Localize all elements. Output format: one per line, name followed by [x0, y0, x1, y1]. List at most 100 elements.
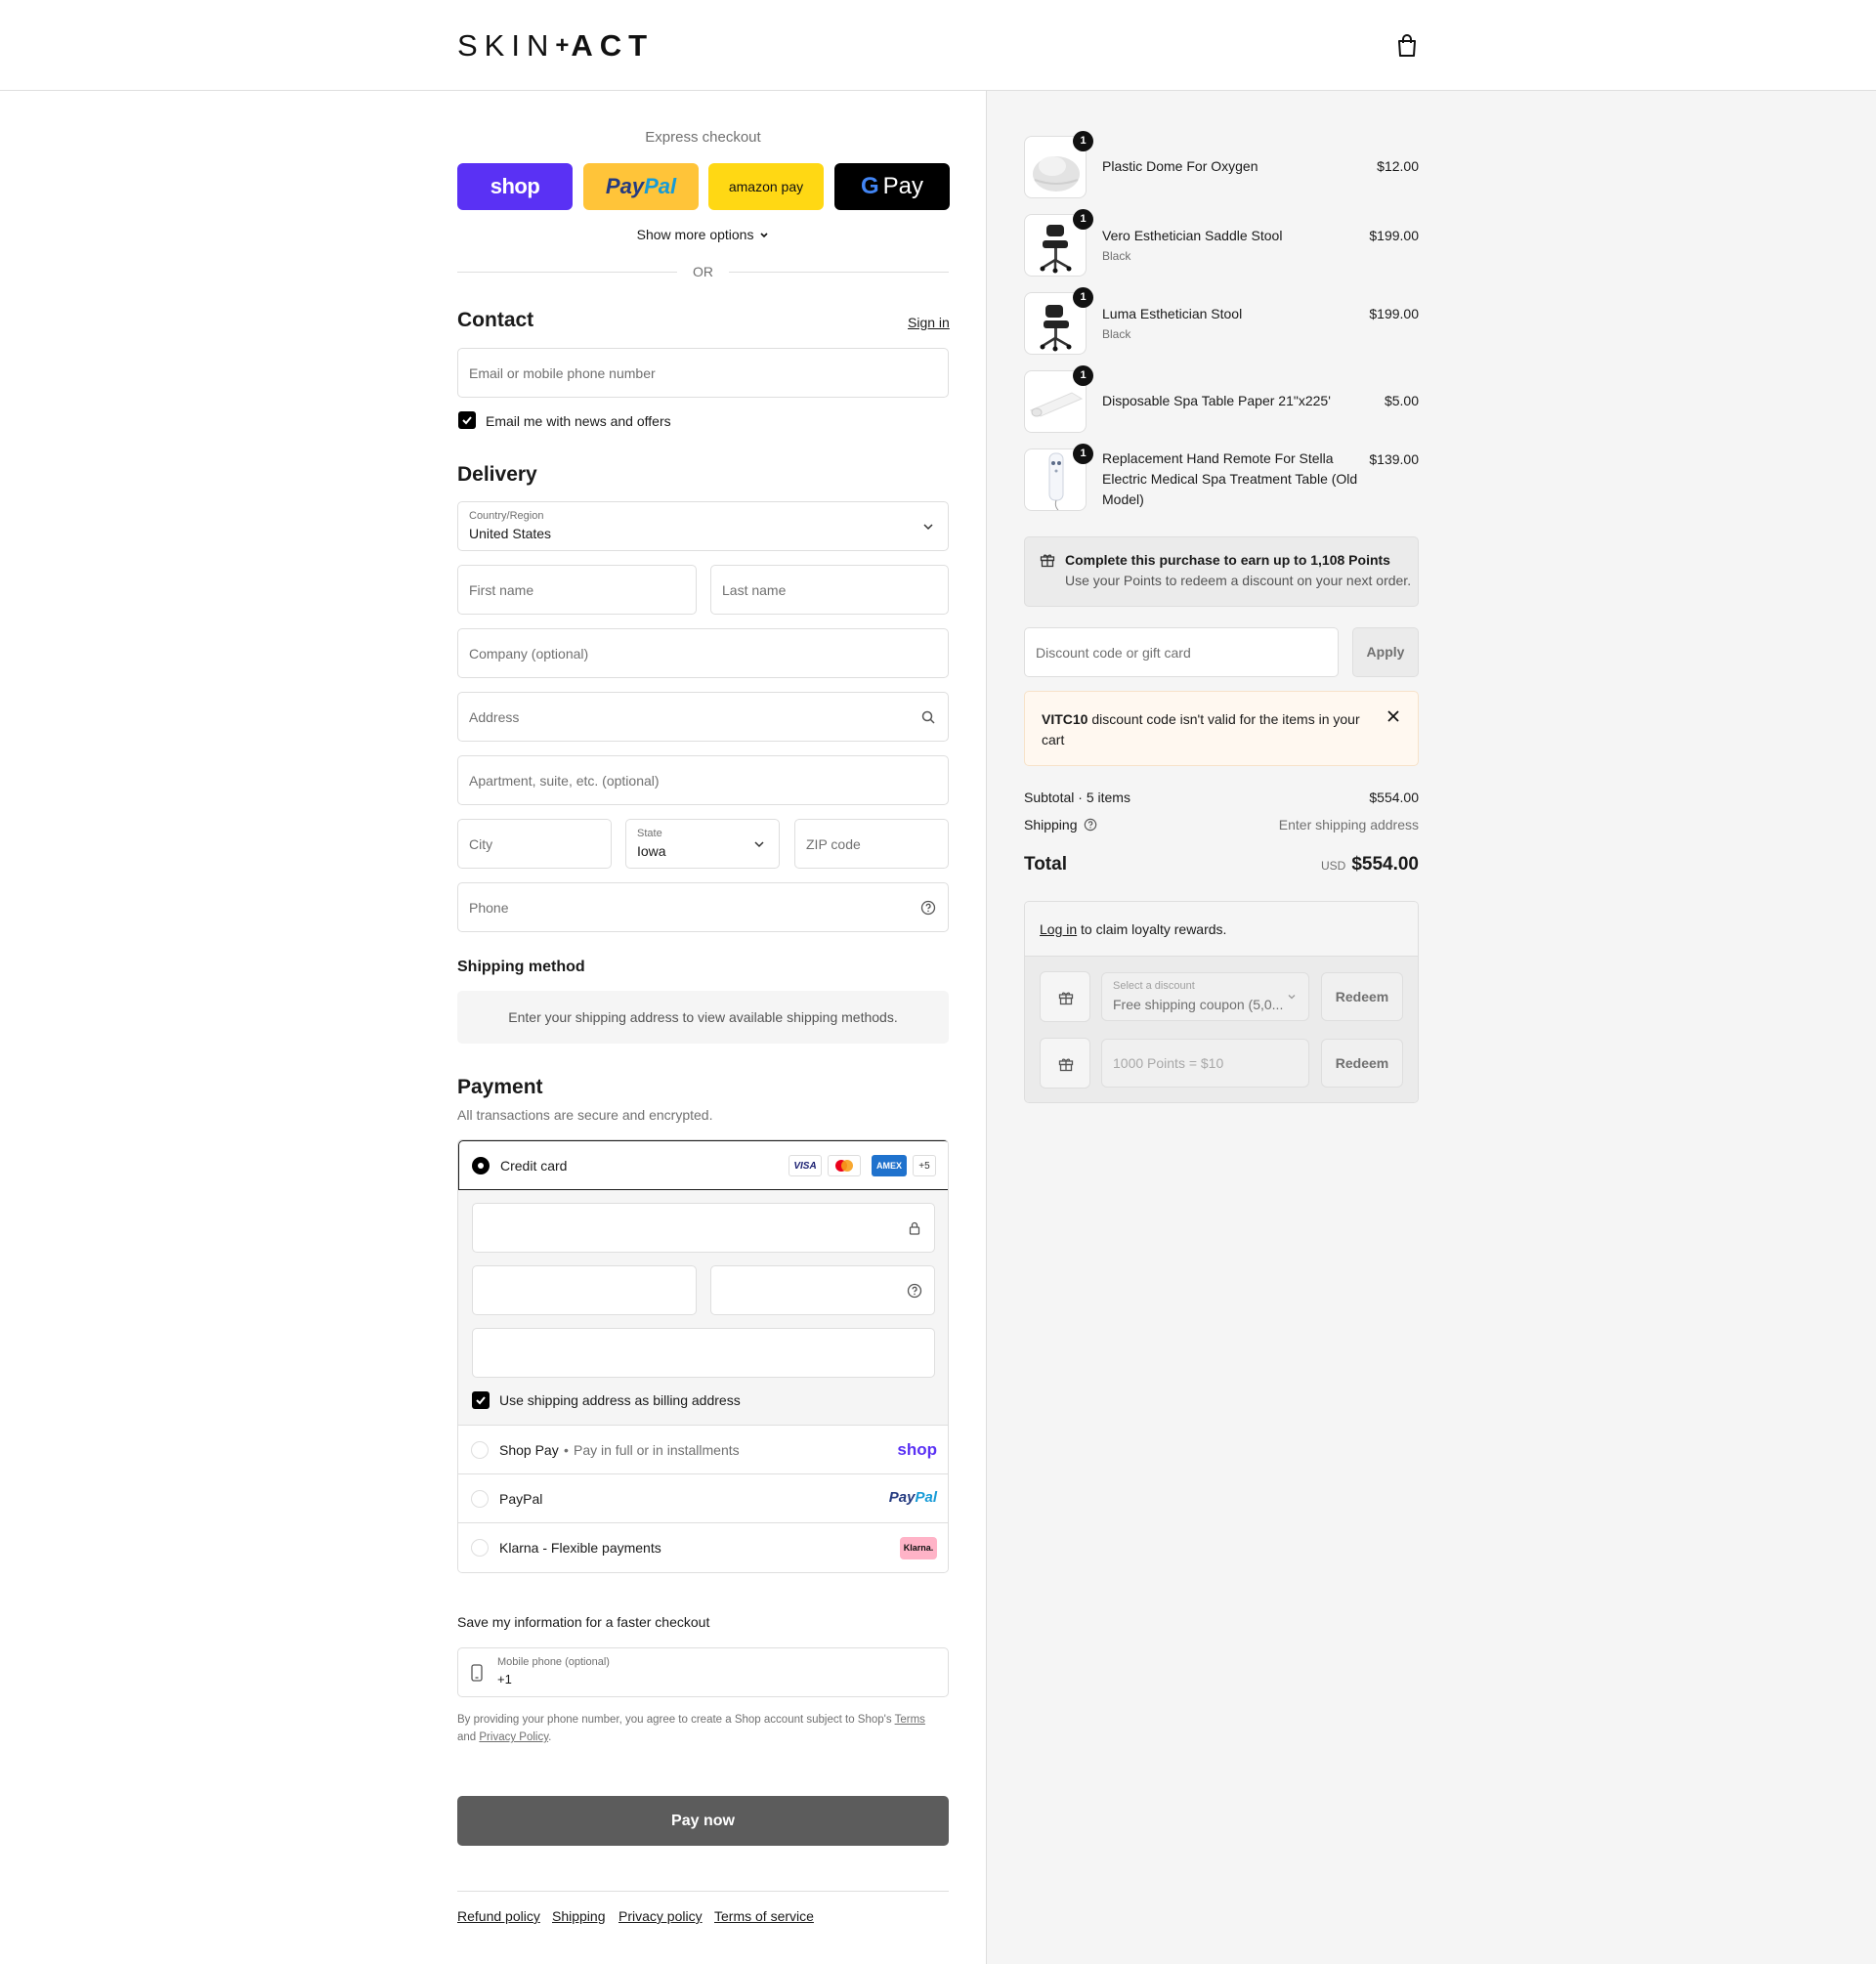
- help-circle-icon[interactable]: [907, 1283, 922, 1299]
- loyalty-rewards-panel: Log in to claim loyalty rewards. Select …: [1024, 901, 1419, 1103]
- terms-link[interactable]: Terms: [895, 1714, 925, 1726]
- logo[interactable]: SKIN+ACT: [457, 29, 654, 65]
- shopping-bag-icon[interactable]: [1396, 34, 1418, 58]
- state-value: Iowa: [637, 843, 666, 859]
- discount-code-field[interactable]: Discount code or gift card: [1024, 627, 1339, 677]
- subtotal-value: $554.00: [1369, 790, 1419, 805]
- expiration-field[interactable]: [472, 1265, 697, 1315]
- redeem-points-button[interactable]: Redeem: [1321, 1039, 1403, 1088]
- item-price: $12.00: [1377, 158, 1419, 174]
- credit-card-radio[interactable]: [472, 1157, 490, 1174]
- gift-icon: [1058, 992, 1074, 1005]
- phone-field[interactable]: Phone: [457, 882, 949, 932]
- news-checkbox[interactable]: [458, 411, 476, 429]
- credit-card-option[interactable]: Credit card VISA AMEX +5: [458, 1140, 948, 1190]
- check-icon: [462, 416, 472, 425]
- loyalty-login-text: Log in to claim loyalty rewards.: [1040, 921, 1226, 937]
- address-field[interactable]: Address: [457, 692, 949, 742]
- item-price: $199.00: [1369, 306, 1419, 321]
- google-pay-express-button[interactable]: G Pay: [834, 163, 950, 210]
- chevron-down-icon: [760, 233, 768, 238]
- paypal-logo-b: Pal: [644, 174, 677, 198]
- save-info-title: Save my information for a faster checkou…: [457, 1614, 710, 1630]
- paypal-express-button[interactable]: Pay Pal: [583, 163, 699, 210]
- paypal-logo-a: Pay: [605, 174, 645, 198]
- privacy-link[interactable]: Privacy Policy: [479, 1731, 548, 1743]
- loyalty-redeem-area: Select a discount Free shipping coupon (…: [1025, 957, 1418, 1102]
- points-subtitle: Use your Points to redeem a discount on …: [1065, 573, 1412, 588]
- show-more-options-button[interactable]: Show more options: [457, 227, 949, 242]
- more-options-label: Show more options: [636, 227, 754, 242]
- state-label: State: [637, 828, 662, 839]
- shipping-policy-link[interactable]: Shipping: [552, 1908, 606, 1924]
- email-field[interactable]: Email or mobile phone number: [457, 348, 949, 398]
- item-price: $5.00: [1384, 393, 1419, 408]
- close-icon[interactable]: [1386, 709, 1400, 723]
- country-select[interactable]: Country/Region United States: [457, 501, 949, 551]
- item-name-line: Electric Medical Spa Treatment Table (Ol…: [1102, 471, 1358, 487]
- shop-pay-logo: shop: [897, 1440, 937, 1459]
- company-field[interactable]: Company (optional): [457, 628, 949, 678]
- points-placeholder: 1000 Points = $10: [1113, 1055, 1224, 1071]
- apply-discount-button[interactable]: Apply: [1352, 627, 1419, 677]
- error-text-2: cart: [1042, 732, 1065, 747]
- security-code-field[interactable]: [710, 1265, 935, 1315]
- mobile-phone-field[interactable]: Mobile phone (optional) +1: [457, 1647, 949, 1697]
- sign-in-link[interactable]: Sign in: [908, 315, 950, 330]
- privacy-policy-link[interactable]: Privacy policy: [618, 1908, 703, 1924]
- discount-select-label: Select a discount: [1113, 980, 1195, 992]
- paypal-option[interactable]: PayPal PayPal: [458, 1473, 948, 1522]
- first-name-field[interactable]: First name: [457, 565, 697, 615]
- discount-error-banner: VITC10 discount code isn't valid for the…: [1024, 691, 1419, 766]
- shop-pay-radio[interactable]: [471, 1441, 489, 1459]
- points-input[interactable]: 1000 Points = $10: [1101, 1039, 1309, 1088]
- lock-icon: [909, 1221, 920, 1235]
- shipping-method-title: Shipping method: [457, 959, 585, 975]
- pay-now-button[interactable]: Pay now: [457, 1796, 949, 1846]
- help-circle-icon[interactable]: [920, 900, 936, 916]
- email-placeholder: Email or mobile phone number: [469, 365, 656, 381]
- city-field[interactable]: City: [457, 819, 612, 869]
- shop-pay-option[interactable]: Shop Pay • Pay in full or in installment…: [458, 1425, 948, 1473]
- loyalty-login-rest: to claim loyalty rewards.: [1077, 921, 1227, 937]
- refund-policy-link[interactable]: Refund policy: [457, 1908, 540, 1924]
- points-title: Complete this purchase to earn up to 1,1…: [1065, 552, 1390, 568]
- amazon-pay-express-button[interactable]: amazon pay: [708, 163, 824, 210]
- card-number-field[interactable]: [472, 1203, 935, 1253]
- item-name-line: Model): [1102, 491, 1144, 507]
- help-circle-icon[interactable]: [1084, 818, 1097, 832]
- phone-placeholder: Phone: [469, 900, 509, 916]
- item-price: $199.00: [1369, 228, 1419, 243]
- error-text-1: discount code isn't valid for the items …: [1087, 711, 1360, 727]
- shipping-value: Enter shipping address: [1278, 817, 1419, 833]
- discount-error-message: VITC10 discount code isn't valid for the…: [1042, 709, 1364, 750]
- terms-of-service-link[interactable]: Terms of service: [714, 1908, 814, 1924]
- loyalty-header: Log in to claim loyalty rewards.: [1025, 902, 1418, 957]
- country-label: Country/Region: [469, 510, 544, 522]
- paypal-radio[interactable]: [471, 1490, 489, 1508]
- apartment-placeholder: Apartment, suite, etc. (optional): [469, 773, 660, 789]
- shop-pay-logo: shop: [490, 174, 540, 198]
- contact-title: Contact: [457, 309, 534, 331]
- klarna-option[interactable]: Klarna - Flexible payments Klarna.: [458, 1522, 948, 1572]
- total-label: Total: [1024, 854, 1067, 875]
- legal-text-c: .: [548, 1731, 552, 1743]
- loyalty-login-link[interactable]: Log in: [1040, 921, 1077, 937]
- footer-divider: [457, 1891, 949, 1892]
- bullet: •: [564, 1442, 569, 1458]
- zip-field[interactable]: ZIP code: [794, 819, 949, 869]
- state-select[interactable]: State Iowa: [625, 819, 780, 869]
- check-icon: [476, 1396, 486, 1405]
- or-label: OR: [693, 264, 713, 279]
- apartment-field[interactable]: Apartment, suite, etc. (optional): [457, 755, 949, 805]
- shop-pay-express-button[interactable]: shop: [457, 163, 573, 210]
- redeem-button[interactable]: Redeem: [1321, 972, 1403, 1021]
- chevron-down-icon: [1288, 995, 1296, 1000]
- first-name-placeholder: First name: [469, 582, 534, 598]
- discount-select[interactable]: Select a discount Free shipping coupon (…: [1101, 972, 1309, 1021]
- name-on-card-field[interactable]: [472, 1328, 935, 1378]
- billing-checkbox[interactable]: [472, 1391, 490, 1409]
- last-name-field[interactable]: Last name: [710, 565, 949, 615]
- more-brands-badge: +5: [913, 1155, 936, 1176]
- klarna-radio[interactable]: [471, 1539, 489, 1557]
